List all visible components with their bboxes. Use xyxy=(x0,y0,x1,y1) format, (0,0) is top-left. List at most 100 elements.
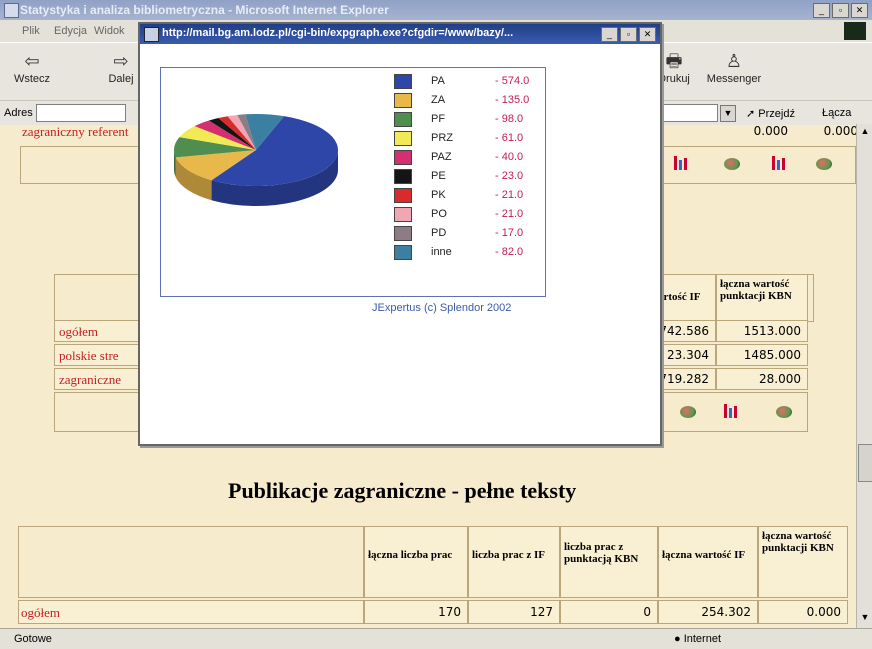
value-works-kbn: 0 xyxy=(560,600,658,624)
bar-chart-icon[interactable] xyxy=(772,156,786,170)
value-works-if: 127 xyxy=(468,600,560,624)
legend-swatch-PK xyxy=(394,188,412,203)
address-label: Adres xyxy=(4,107,33,119)
legend-swatch-ZA xyxy=(394,93,412,108)
legend-value-inne: - 82.0 xyxy=(495,246,524,258)
ie-window-title: Statystyka i analiza bibliometryczna - M… xyxy=(20,3,389,17)
legend-label-PF: PF xyxy=(431,113,446,125)
back-button[interactable]: ⇦ Wstecz xyxy=(10,49,54,85)
address-input-visible-part[interactable] xyxy=(656,104,718,122)
value-total-if: 254.302 xyxy=(658,600,758,624)
forward-arrow-icon: ⇨ xyxy=(113,51,129,71)
close-button[interactable]: ✕ xyxy=(851,3,868,18)
row-label-polish: polskie stre xyxy=(59,348,119,363)
legend-swatch-inne xyxy=(394,245,412,260)
minimize-button[interactable]: _ xyxy=(813,3,830,18)
legend-label-PRZ: PRZ xyxy=(431,132,453,144)
pie-chart-icon[interactable] xyxy=(680,406,696,418)
section-title: Publikacje zagraniczne - pełne teksty xyxy=(228,478,577,503)
status-zone: ● Internet xyxy=(674,633,722,645)
chart-popup-window: http://mail.bg.am.lodz.pl/cgi-bin/expgra… xyxy=(138,22,662,446)
if-value-polish: 23.304 xyxy=(654,344,716,366)
popup-maximize-button[interactable]: ▫ xyxy=(620,27,637,42)
bottom-table-header-blank xyxy=(18,526,364,598)
popup-minimize-button[interactable]: _ xyxy=(601,27,618,42)
zone-label: Internet xyxy=(683,633,722,645)
legend-swatch-PA xyxy=(394,74,412,89)
legend-value-PD: - 17.0 xyxy=(495,227,524,239)
menu-edit[interactable]: Edycja xyxy=(54,25,87,37)
print-label: Drukuj xyxy=(658,73,690,85)
kbn-value-polish: 1485.000 xyxy=(716,344,808,366)
pie-chart-icon[interactable] xyxy=(816,158,832,170)
status-text: Gotowe xyxy=(14,633,52,645)
legend-value-PO: - 21.0 xyxy=(495,208,524,220)
maximize-button[interactable]: ▫ xyxy=(832,3,849,18)
legend-value-PAZ: - 40.0 xyxy=(495,151,524,163)
messenger-button[interactable]: ♙ Messenger xyxy=(704,49,764,85)
windows-logo-icon xyxy=(844,22,866,40)
legend-swatch-PD xyxy=(394,226,412,241)
header-kbn: łączna wartość punktacji KBN xyxy=(716,274,808,322)
bar-chart-icon[interactable] xyxy=(724,404,738,418)
header-if: artość IF xyxy=(654,274,716,322)
legend-value-PK: - 21.0 xyxy=(495,189,524,201)
bottom-row-label: ogółem xyxy=(21,605,60,620)
legend-value-PA: - 574.0 xyxy=(495,75,530,87)
value-total-works: 170 xyxy=(364,600,468,624)
kbn-value-foreign: 28.000 xyxy=(716,368,808,390)
top-row-label: zagraniczny referent xyxy=(22,124,129,139)
vertical-scrollbar[interactable]: ▲ ▼ xyxy=(856,124,872,628)
if-value-total: 742.586 xyxy=(654,320,716,342)
pie-chart xyxy=(174,114,339,206)
legend-swatch-PRZ xyxy=(394,131,412,146)
legend-value-PRZ: - 61.0 xyxy=(495,132,524,144)
legend-value-PF: - 98.0 xyxy=(495,113,524,125)
chart-credit: JExpertus (c) Splendor 2002 xyxy=(372,302,512,314)
legend-value-ZA: - 135.0 xyxy=(495,94,530,106)
scroll-thumb[interactable] xyxy=(858,444,872,482)
legend-value-PE: - 23.0 xyxy=(495,170,524,182)
legend-label-PE: PE xyxy=(431,170,446,182)
address-dropdown-button[interactable]: ▼ xyxy=(720,105,736,122)
forward-label: Dalej xyxy=(108,73,134,85)
address-input[interactable] xyxy=(36,104,126,122)
menu-view[interactable]: Widok xyxy=(94,25,125,37)
legend-label-ZA: ZA xyxy=(431,94,446,106)
bar-chart-icon[interactable] xyxy=(674,156,688,170)
popup-close-button[interactable]: ✕ xyxy=(639,27,656,42)
header-works-if: liczba prac z IF xyxy=(468,526,560,598)
header-total-if: łączna wartość IF xyxy=(658,526,758,598)
chart-frame: PA - 574.0 ZA - 135.0 PF - 98.0 PRZ - 61.0 PAZ - … xyxy=(160,67,546,297)
ie-app-icon xyxy=(4,3,19,18)
legend-swatch-PAZ xyxy=(394,150,412,165)
go-button[interactable]: ➚ Przejdź xyxy=(746,107,795,120)
pie-chart-icon[interactable] xyxy=(724,158,740,170)
header-works-kbn: liczba prac z punktacją KBN xyxy=(560,526,658,598)
forward-button[interactable]: ⇨ Dalej xyxy=(104,49,138,85)
header-total-kbn: łączna wartość punktacji KBN xyxy=(758,526,848,598)
go-label: Przejdź xyxy=(758,108,795,120)
back-arrow-icon: ⇦ xyxy=(24,51,40,71)
menu-file[interactable]: Plik xyxy=(22,25,40,37)
legend-label-PD: PD xyxy=(431,227,447,239)
messenger-label: Messenger xyxy=(706,73,762,85)
popup-ie-icon xyxy=(144,27,159,42)
pie-chart-icon[interactable] xyxy=(776,406,792,418)
scroll-down-icon[interactable]: ▼ xyxy=(858,612,872,626)
value-total-kbn: 0.000 xyxy=(758,600,848,624)
legend-swatch-PF xyxy=(394,112,412,127)
messenger-person-icon: ♙ xyxy=(725,51,743,71)
legend-label-PK: PK xyxy=(431,189,446,201)
row-label-total: ogółem xyxy=(59,324,98,339)
back-label: Wstecz xyxy=(13,73,51,85)
ie-title-bar: Statystyka i analiza bibliometryczna - M… xyxy=(0,0,872,20)
legend-label-PO: PO xyxy=(431,208,447,220)
links-button[interactable]: Łącza xyxy=(822,107,851,119)
legend-label-PA: PA xyxy=(431,75,445,87)
legend-label-PAZ: PAZ xyxy=(431,151,452,163)
top-value-1: 0.000 xyxy=(753,124,788,138)
table-row: ogółem xyxy=(18,600,364,624)
popup-title: http://mail.bg.am.lodz.pl/cgi-bin/expgra… xyxy=(162,27,514,39)
scroll-up-icon[interactable]: ▲ xyxy=(858,126,872,140)
